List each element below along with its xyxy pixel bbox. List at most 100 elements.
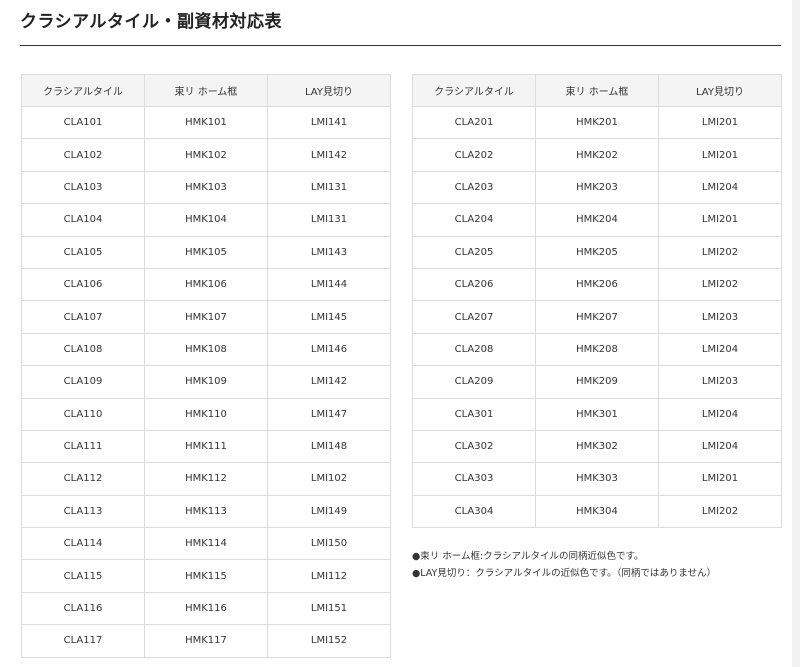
- cell-trim-code: LMI145: [267, 300, 391, 334]
- table-row: CLA303 HMK303 LMI201: [412, 462, 782, 496]
- table-row: CLA117 HMK117 LMI152: [21, 624, 391, 658]
- cell-trim-code: LMI142: [267, 365, 391, 399]
- cell-tile-code: CLA110: [21, 397, 145, 431]
- cell-trim-code: LMI201: [658, 138, 782, 172]
- note-trim: ●LAY見切り：クラシアルタイルの近似色です。（同柄ではありません）: [412, 568, 717, 579]
- cell-tile-code: CLA207: [412, 300, 536, 334]
- cell-trim-code: LMI102: [267, 462, 391, 496]
- cell-tile-code: CLA302: [412, 429, 536, 464]
- cell-frame-code: HMK115: [144, 559, 268, 593]
- table-row: CLA203 HMK203 LMI204: [412, 170, 782, 205]
- cell-frame-code: HMK201: [535, 105, 659, 140]
- cell-frame-code: HMK105: [144, 235, 268, 269]
- cell-tile-code: CLA209: [412, 365, 536, 399]
- table-row: CLA108 HMK108 LMI146: [21, 332, 391, 367]
- cell-tile-code: CLA103: [21, 170, 145, 205]
- cell-tile-code: CLA115: [21, 559, 145, 593]
- cell-tile-code: CLA102: [21, 138, 145, 172]
- table-row: CLA111 HMK111 LMI148: [21, 429, 391, 464]
- cell-frame-code: HMK116: [144, 591, 268, 626]
- cell-frame-code: HMK303: [535, 462, 659, 496]
- table-row: CLA114 HMK114 LMI150: [21, 527, 391, 561]
- table-row: CLA102 HMK102 LMI142: [21, 138, 391, 172]
- cell-trim-code: LMI150: [267, 527, 391, 561]
- cell-frame-code: HMK205: [535, 235, 659, 269]
- cell-frame-code: HMK104: [144, 203, 268, 237]
- cell-trim-code: LMI147: [267, 397, 391, 431]
- cell-tile-code: CLA116: [21, 591, 145, 626]
- cell-frame-code: HMK117: [144, 624, 268, 658]
- correspondence-table-right: クラシアルタイル 束リ ホーム框 LAY見切り CLA201 HMK201 LMI2…: [412, 74, 782, 529]
- cell-trim-code: LMI149: [267, 494, 391, 529]
- note-frame: ●束リ ホーム框:クラシアルタイルの同柄近似色です。: [412, 551, 644, 562]
- cell-trim-code: LMI151: [267, 591, 391, 626]
- table-row: CLA112 HMK112 LMI102: [21, 462, 391, 496]
- table-row: CLA103 HMK103 LMI131: [21, 170, 391, 205]
- cell-frame-code: HMK202: [535, 138, 659, 172]
- cell-frame-code: HMK208: [535, 332, 659, 367]
- cell-trim-code: LMI203: [658, 365, 782, 399]
- cell-tile-code: CLA114: [21, 527, 145, 561]
- cell-frame-code: HMK302: [535, 429, 659, 464]
- table-row: CLA107 HMK107 LMI145: [21, 300, 391, 334]
- cell-tile-code: CLA109: [21, 365, 145, 399]
- page-title: クラシアルタイル・副資材対応表: [20, 12, 282, 32]
- cell-tile-code: CLA117: [21, 624, 145, 658]
- cell-frame-code: HMK109: [144, 365, 268, 399]
- cell-trim-code: LMI201: [658, 203, 782, 237]
- table-row: CLA106 HMK106 LMI144: [21, 267, 391, 302]
- cell-frame-code: HMK304: [535, 494, 659, 529]
- cell-trim-code: LMI152: [267, 624, 391, 658]
- column-header-frame: 束リ ホーム框: [144, 74, 268, 107]
- table-row: CLA206 HMK206 LMI202: [412, 267, 782, 302]
- table-row: CLA301 HMK301 LMI204: [412, 397, 782, 431]
- cell-trim-code: LMI142: [267, 138, 391, 172]
- cell-frame-code: HMK102: [144, 138, 268, 172]
- title-divider: [20, 45, 781, 46]
- table-row: CLA205 HMK205 LMI202: [412, 235, 782, 269]
- cell-frame-code: HMK111: [144, 429, 268, 464]
- cell-frame-code: HMK114: [144, 527, 268, 561]
- cell-frame-code: HMK110: [144, 397, 268, 431]
- cell-trim-code: LMI131: [267, 170, 391, 205]
- cell-frame-code: HMK113: [144, 494, 268, 529]
- cell-frame-code: HMK206: [535, 267, 659, 302]
- cell-frame-code: HMK301: [535, 397, 659, 431]
- cell-tile-code: CLA204: [412, 203, 536, 237]
- table-row: CLA201 HMK201 LMI201: [412, 105, 782, 140]
- cell-tile-code: CLA111: [21, 429, 145, 464]
- cell-frame-code: HMK207: [535, 300, 659, 334]
- cell-trim-code: LMI204: [658, 170, 782, 205]
- cell-frame-code: HMK106: [144, 267, 268, 302]
- cell-tile-code: CLA112: [21, 462, 145, 496]
- notes: ●束リ ホーム框:クラシアルタイルの同柄近似色です。 ●LAY見切り：クラシアル…: [412, 548, 716, 582]
- cell-tile-code: CLA101: [21, 105, 145, 140]
- cell-trim-code: LMI141: [267, 105, 391, 140]
- cell-tile-code: CLA104: [21, 203, 145, 237]
- cell-frame-code: HMK203: [535, 170, 659, 205]
- cell-tile-code: CLA304: [412, 494, 536, 529]
- cell-frame-code: HMK108: [144, 332, 268, 367]
- table-row: CLA207 HMK207 LMI203: [412, 300, 782, 334]
- cell-frame-code: HMK204: [535, 203, 659, 237]
- cell-tile-code: CLA301: [412, 397, 536, 431]
- cell-tile-code: CLA108: [21, 332, 145, 367]
- column-header-frame: 束リ ホーム框: [535, 74, 659, 107]
- table-row: CLA209 HMK209 LMI203: [412, 365, 782, 399]
- cell-tile-code: CLA106: [21, 267, 145, 302]
- table-header-row: クラシアルタイル 束リ ホーム框 LAY見切り: [412, 74, 782, 107]
- table-header-row: クラシアルタイル 束リ ホーム框 LAY見切り: [21, 74, 391, 107]
- table-row: CLA208 HMK208 LMI204: [412, 332, 782, 367]
- cell-tile-code: CLA113: [21, 494, 145, 529]
- scrollbar[interactable]: [792, 0, 800, 667]
- cell-tile-code: CLA208: [412, 332, 536, 367]
- cell-trim-code: LMI204: [658, 332, 782, 367]
- column-header-trim: LAY見切り: [267, 74, 391, 107]
- cell-trim-code: LMI143: [267, 235, 391, 269]
- cell-trim-code: LMI204: [658, 397, 782, 431]
- cell-frame-code: HMK209: [535, 365, 659, 399]
- cell-tile-code: CLA206: [412, 267, 536, 302]
- cell-tile-code: CLA105: [21, 235, 145, 269]
- cell-frame-code: HMK101: [144, 105, 268, 140]
- cell-tile-code: CLA201: [412, 105, 536, 140]
